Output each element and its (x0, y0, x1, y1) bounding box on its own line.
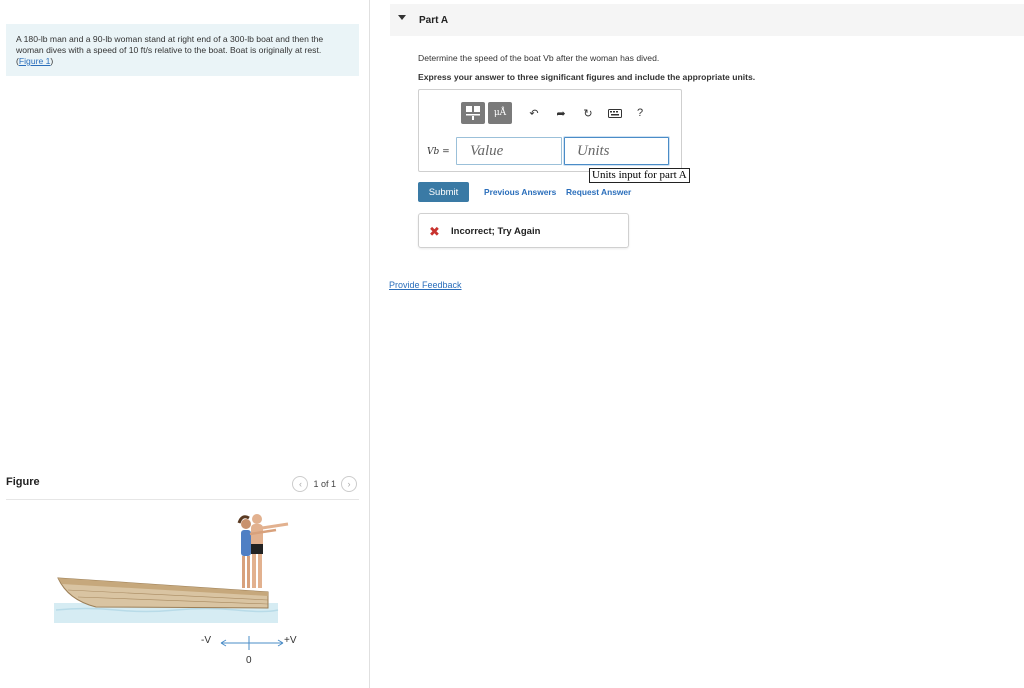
submit-button[interactable]: Submit (418, 182, 469, 202)
vb-var: Vb (427, 147, 440, 157)
keyboard-icon[interactable] (607, 105, 623, 121)
help-icon[interactable]: ? (637, 107, 643, 119)
undo-icon[interactable]: ↶ (526, 105, 542, 121)
chevron-left-icon[interactable]: ‹ (292, 476, 309, 492)
axis-origin-label: 0 (246, 655, 252, 666)
column-divider (369, 0, 370, 688)
axis-pos-label: +V (284, 635, 297, 646)
axis-neg-label: -V (201, 635, 211, 646)
answer-box: μÅ ↶ ➦ ↻ ? Vb = Value Units (418, 89, 682, 172)
reset-icon[interactable]: ↻ (580, 105, 596, 121)
instruction-text: Express your answer to three significant… (418, 72, 756, 82)
figure-header: Figure ‹ 1 of 1 › (6, 474, 359, 500)
provide-feedback-link[interactable]: Provide Feedback (389, 280, 462, 290)
feedback-text: Incorrect; Try Again (451, 226, 541, 237)
answer-toolbar: μÅ ↶ ➦ ↻ ? (461, 102, 643, 124)
problem-statement: A 180-lb man and a 90-lb woman stand at … (6, 24, 359, 76)
part-a-header[interactable]: Part A (390, 4, 1024, 36)
figure-pager: ‹ 1 of 1 › (292, 476, 357, 492)
vb-label: Vb = (427, 147, 450, 157)
feedback-box: ✖ Incorrect; Try Again (418, 213, 629, 248)
units-tooltip: Units input for part A (589, 168, 690, 183)
person-man (251, 514, 289, 588)
caret-down-icon[interactable] (398, 15, 406, 20)
problem-text: A 180-lb man and a 90-lb woman stand at … (16, 34, 324, 66)
problem-text-end: ) (50, 56, 54, 66)
units-input[interactable]: Units (564, 137, 669, 165)
question-text: Determine the speed of the boat Vb after… (418, 53, 660, 63)
request-answer-link[interactable]: Request Answer (566, 187, 631, 197)
x-mark-icon: ✖ (429, 224, 440, 239)
pager-text: 1 of 1 (313, 479, 336, 489)
part-title: Part A (419, 15, 449, 26)
template-icon[interactable] (461, 102, 485, 124)
boat-figure-svg (54, 514, 289, 650)
page-root: A 180-lb man and a 90-lb woman stand at … (0, 0, 1024, 688)
figure-link[interactable]: Figure 1 (19, 56, 51, 66)
units-symbol-button[interactable]: μÅ (488, 102, 512, 124)
figure-illustration: -V +V 0 (6, 500, 359, 688)
previous-answers-link[interactable]: Previous Answers (484, 187, 556, 197)
figure-title: Figure (6, 476, 40, 488)
chevron-right-icon[interactable]: › (341, 476, 357, 492)
redo-icon[interactable]: ➦ (553, 105, 569, 121)
vb-equals: = (442, 147, 450, 157)
value-input[interactable]: Value (456, 137, 562, 165)
